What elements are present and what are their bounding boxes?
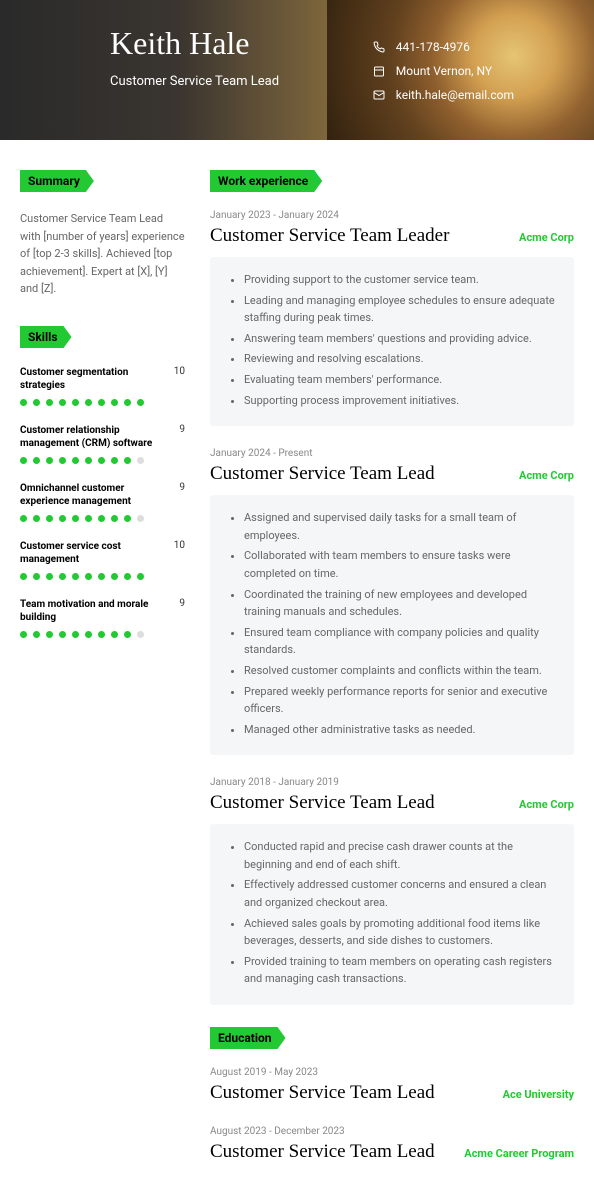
job-bullet: Supporting process improvement initiativ… (244, 392, 556, 410)
email-icon (372, 88, 386, 102)
contact-block: 441-178-4976 Mount Vernon, NY keith.hale… (372, 35, 514, 107)
skill-name: Customer segmentation strategies (20, 366, 166, 393)
job-bullet: Conducted rapid and precise cash drawer … (244, 838, 556, 873)
job-bullets: Conducted rapid and precise cash drawer … (210, 824, 574, 1005)
job-bullet: Resolved customer complaints and conflic… (244, 662, 556, 680)
skills-label: Skills (20, 326, 72, 348)
education-dates: August 2019 - May 2023 (210, 1067, 574, 1078)
job-dates: January 2023 - January 2024 (210, 210, 574, 221)
education-title: Customer Service Team Lead (210, 1082, 435, 1104)
job-company: Acme Corp (519, 231, 574, 244)
skill-name: Customer service cost management (20, 540, 166, 567)
job-bullet: Leading and managing employee schedules … (244, 292, 556, 327)
education-dates: August 2023 - December 2023 (210, 1126, 574, 1137)
jobs-list: January 2023 - January 2024 Customer Serv… (210, 210, 574, 1005)
skill-row: Omnichannel customer experience manageme… (20, 482, 185, 522)
job-dates: January 2018 - January 2019 (210, 777, 574, 788)
job-title: Customer Service Team Lead (210, 463, 435, 485)
job-title: Customer Service Team Leader (210, 225, 449, 247)
person-title: Customer Service Team Lead (110, 74, 594, 89)
skill-row: Customer service cost management 10 (20, 540, 185, 580)
skill-level: 9 (179, 424, 185, 435)
contact-email: keith.hale@email.com (372, 83, 514, 107)
job-bullet: Provided training to team members on ope… (244, 953, 556, 988)
left-column: Summary Customer Service Team Lead with … (20, 170, 185, 1185)
summary-label: Summary (20, 170, 94, 192)
skill-name: Omnichannel customer experience manageme… (20, 482, 171, 509)
skill-dots (20, 631, 185, 638)
location-icon (372, 64, 386, 78)
education-school: Acme Career Program (464, 1147, 574, 1160)
education-school: Ace University (503, 1088, 574, 1101)
job-bullet: Collaborated with team members to ensure… (244, 547, 556, 582)
person-name: Keith Hale (110, 25, 594, 62)
job-bullet: Managed other administrative tasks as ne… (244, 721, 556, 739)
work-label: Work experience (210, 170, 322, 192)
skill-dots (20, 573, 185, 580)
skill-level: 9 (179, 482, 185, 493)
main-content: Summary Customer Service Team Lead with … (0, 140, 594, 1185)
job-bullet: Effectively addressed customer concerns … (244, 876, 556, 911)
education-title: Customer Service Team Lead (210, 1141, 435, 1163)
education-list: August 2019 - May 2023 Customer Service T… (210, 1067, 574, 1163)
education-entry: August 2023 - December 2023 Customer Serv… (210, 1126, 574, 1163)
skill-row: Customer relationship management (CRM) s… (20, 424, 185, 464)
job-title: Customer Service Team Lead (210, 792, 435, 814)
summary-text: Customer Service Team Lead with [number … (20, 210, 185, 298)
job-bullet: Ensured team compliance with company pol… (244, 624, 556, 659)
job-bullet: Prepared weekly performance reports for … (244, 683, 556, 718)
skill-name: Customer relationship management (CRM) s… (20, 424, 171, 451)
education-entry: August 2019 - May 2023 Customer Service T… (210, 1067, 574, 1104)
job-bullet: Achieved sales goals by promoting additi… (244, 915, 556, 950)
job-company: Acme Corp (519, 798, 574, 811)
resume-header: Keith Hale Customer Service Team Lead 44… (0, 0, 594, 140)
contact-phone: 441-178-4976 (372, 35, 514, 59)
right-column: Work experience January 2023 - January 2… (210, 170, 574, 1185)
job-bullet: Reviewing and resolving escalations. (244, 350, 556, 368)
job-company: Acme Corp (519, 469, 574, 482)
job-entry: January 2018 - January 2019 Customer Serv… (210, 777, 574, 1005)
job-bullet: Providing support to the customer servic… (244, 271, 556, 289)
location-text: Mount Vernon, NY (396, 59, 492, 83)
skills-list: Customer segmentation strategies10Custom… (20, 366, 185, 638)
skill-row: Team motivation and morale building 9 (20, 598, 185, 638)
skill-level: 9 (179, 598, 185, 609)
education-label: Education (210, 1027, 286, 1049)
skill-name: Team motivation and morale building (20, 598, 171, 625)
skill-level: 10 (174, 540, 185, 551)
job-entry: January 2024 - Present Customer Service T… (210, 448, 574, 755)
skill-dots (20, 515, 185, 522)
skill-level: 10 (174, 366, 185, 377)
skill-dots (20, 457, 185, 464)
job-bullets: Assigned and supervised daily tasks for … (210, 495, 574, 755)
skill-row: Customer segmentation strategies 10 (20, 366, 185, 406)
job-bullet: Assigned and supervised daily tasks for … (244, 509, 556, 544)
job-bullet: Evaluating team members' performance. (244, 371, 556, 389)
email-text: keith.hale@email.com (396, 83, 514, 107)
contact-location: Mount Vernon, NY (372, 59, 514, 83)
job-dates: January 2024 - Present (210, 448, 574, 459)
phone-text: 441-178-4976 (396, 35, 470, 59)
job-bullet: Answering team members' questions and pr… (244, 330, 556, 348)
phone-icon (372, 40, 386, 54)
skill-dots (20, 399, 185, 406)
job-entry: January 2023 - January 2024 Customer Serv… (210, 210, 574, 426)
job-bullet: Coordinated the training of new employee… (244, 586, 556, 621)
job-bullets: Providing support to the customer servic… (210, 257, 574, 426)
